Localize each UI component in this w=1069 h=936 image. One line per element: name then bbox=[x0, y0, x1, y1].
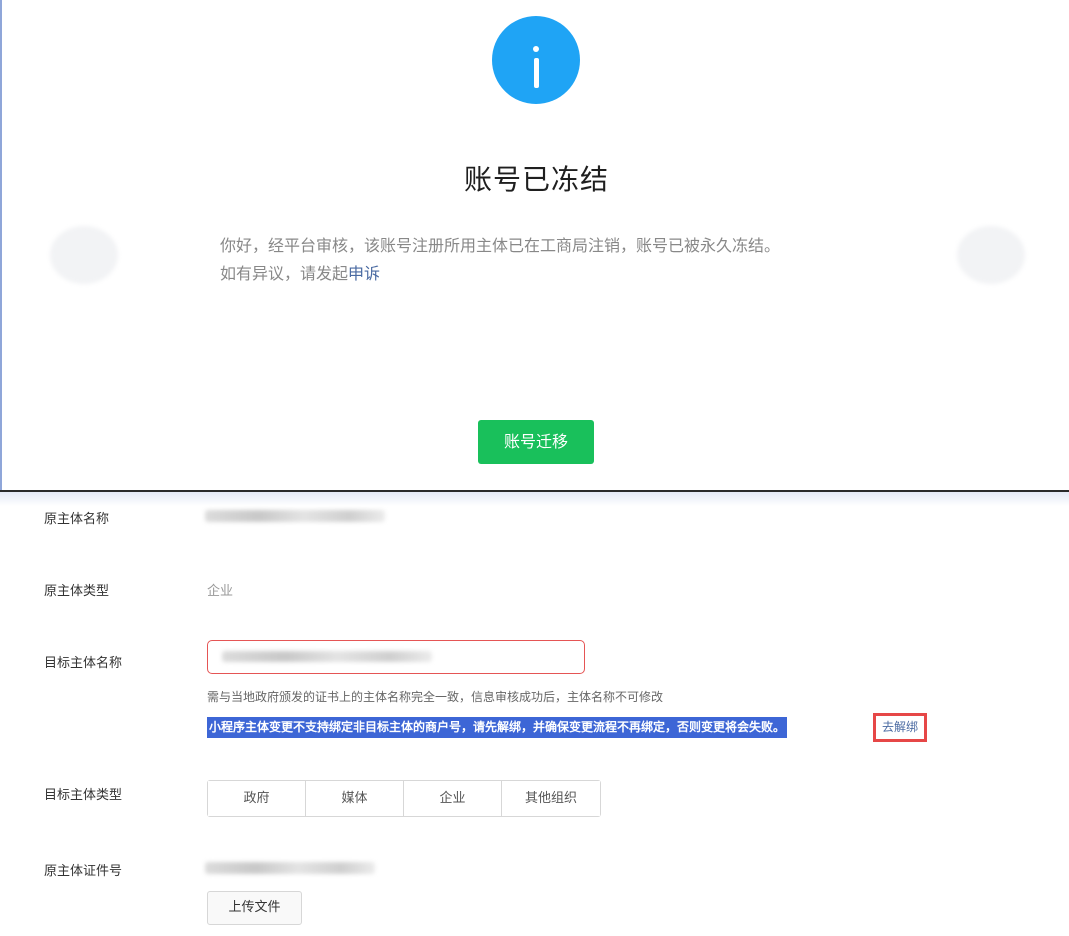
target-name-label: 目标主体名称 bbox=[44, 656, 123, 671]
upload-file-button[interactable]: 上传文件 bbox=[207, 891, 302, 925]
blurred-decoration-right bbox=[957, 226, 1025, 284]
type-option-government[interactable]: 政府 bbox=[208, 781, 306, 816]
frozen-desc-line2: 如有异议，请发起申诉 bbox=[220, 260, 780, 288]
type-option-other-organization[interactable]: 其他组织 bbox=[502, 781, 600, 816]
original-type-label: 原主体类型 bbox=[44, 584, 110, 599]
account-migrate-button[interactable]: 账号迁移 bbox=[478, 420, 594, 464]
frozen-title: 账号已冻结 bbox=[463, 163, 609, 196]
merchant-unbind-warning: 小程序主体变更不支持绑定非目标主体的商户号，请先解绑，并确保变更流程不再绑定，否… bbox=[207, 717, 788, 738]
type-option-enterprise[interactable]: 企业 bbox=[404, 781, 502, 816]
original-name-label: 原主体名称 bbox=[44, 512, 110, 527]
target-name-input[interactable] bbox=[207, 640, 585, 674]
type-option-media[interactable]: 媒体 bbox=[306, 781, 404, 816]
original-name-value-redacted bbox=[205, 510, 385, 522]
blurred-decoration-left bbox=[50, 226, 118, 284]
target-type-selector: 政府 媒体 企业 其他组织 bbox=[207, 780, 601, 817]
target-name-hint: 需与当地政府颁发的证书上的主体名称完全一致，信息审核成功后，主体名称不可修改 bbox=[207, 690, 664, 704]
original-cert-label: 原主体证件号 bbox=[44, 864, 123, 879]
appeal-prefix: 如有异议，请发起 bbox=[220, 264, 349, 283]
frozen-account-panel: 账号已冻结 你好，经平台审核，该账号注册所用主体已在工商局注销，账号已被永久冻结… bbox=[0, 0, 1069, 491]
info-icon bbox=[492, 16, 580, 104]
original-type-value: 企业 bbox=[207, 584, 234, 599]
target-name-value-redacted bbox=[222, 651, 432, 662]
subject-change-form: 原主体名称 原主体类型 企业 目标主体名称 需与当地政府颁发的证书上的主体名称完… bbox=[0, 492, 1069, 936]
appeal-link[interactable]: 申诉 bbox=[348, 264, 380, 283]
original-cert-value-redacted bbox=[205, 862, 375, 874]
target-type-label: 目标主体类型 bbox=[44, 788, 123, 803]
frozen-desc-line1: 你好，经平台审核，该账号注册所用主体已在工商局注销，账号已被永久冻结。 bbox=[220, 236, 781, 255]
unbind-link[interactable]: 去解绑 bbox=[873, 713, 927, 742]
frozen-description: 你好，经平台审核，该账号注册所用主体已在工商局注销，账号已被永久冻结。 如有异议… bbox=[220, 232, 780, 288]
